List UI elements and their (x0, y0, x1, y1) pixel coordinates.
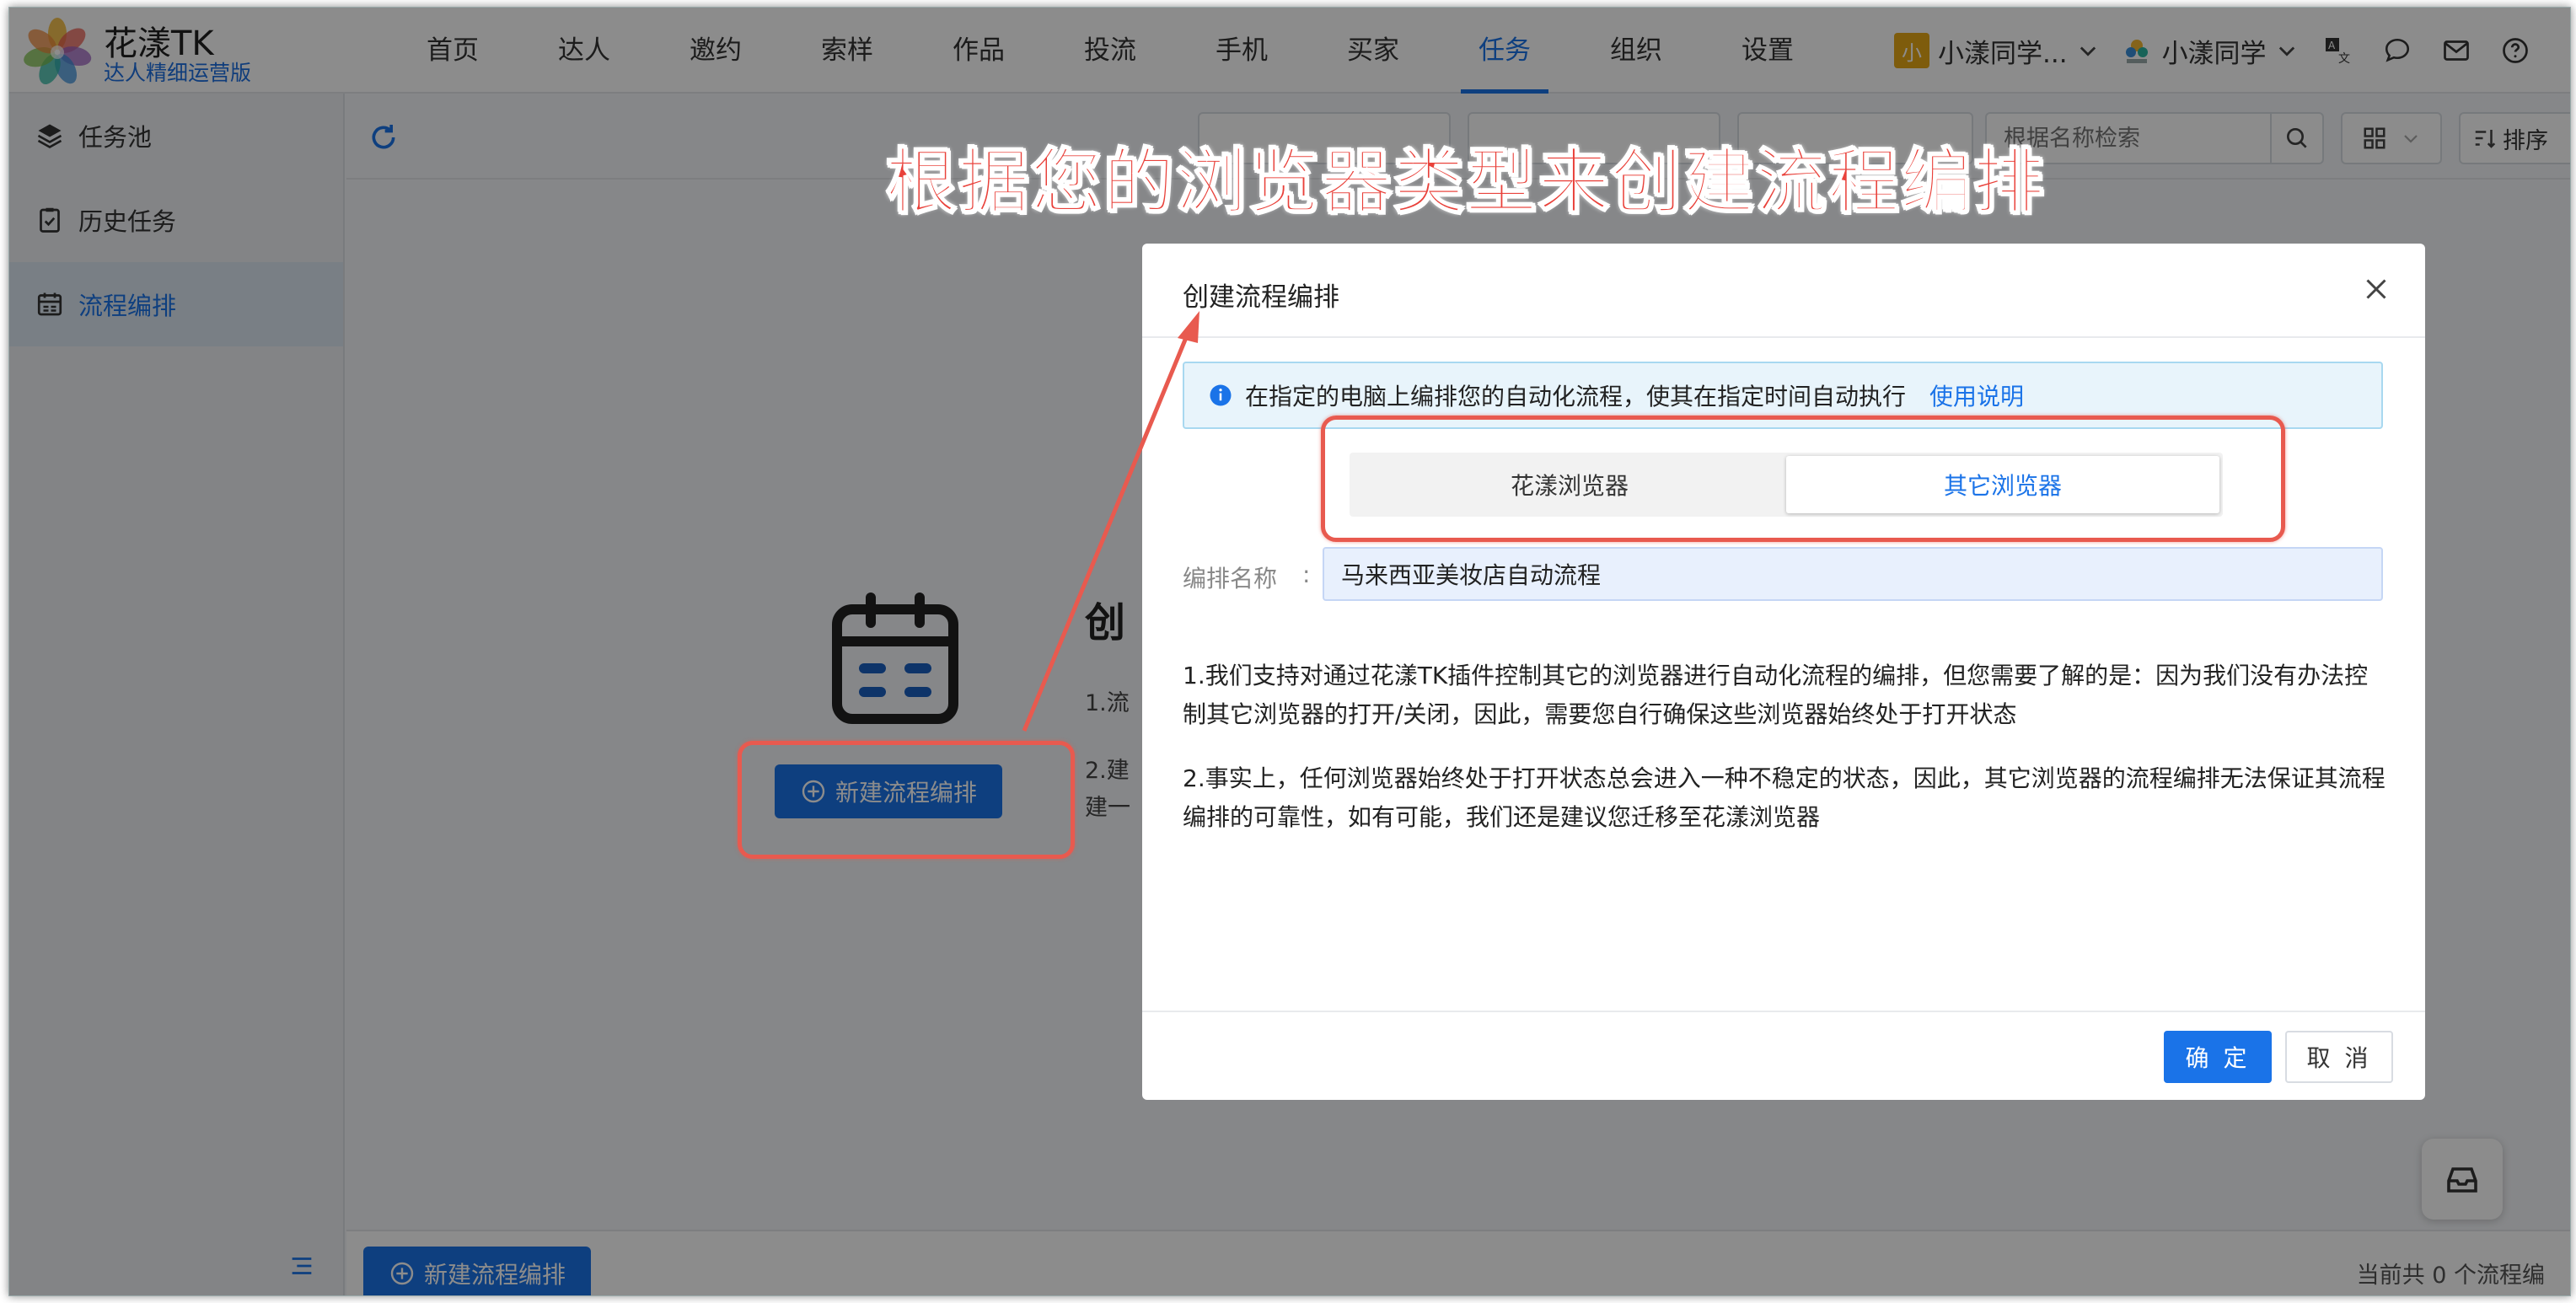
annotation-caption: 根据您的浏览器类型来创建流程编排 (885, 140, 2047, 224)
app-window: 花漾TK 达人精细运营版 首页 达人 邀约 索样 作品 投流 手机 买家 任务 … (8, 7, 2571, 1296)
